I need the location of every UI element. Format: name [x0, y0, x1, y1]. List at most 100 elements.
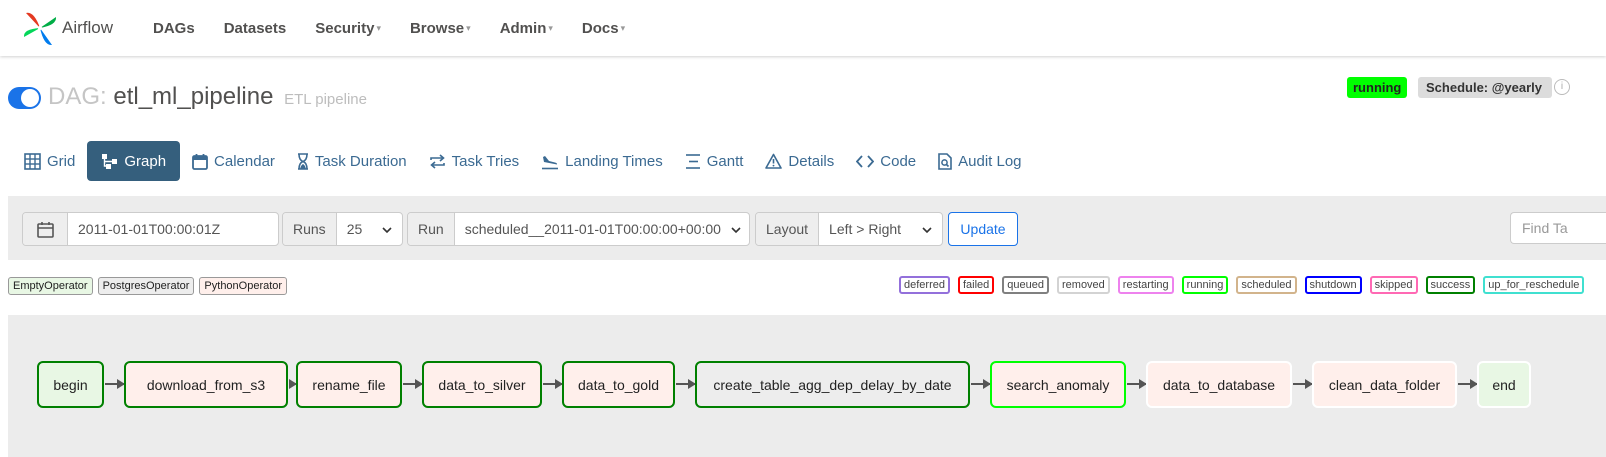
base-date-input[interactable]: 2011-01-01T00:00:01Z [68, 213, 230, 245]
update-button[interactable]: Update [948, 212, 1018, 246]
schedule-badge: Schedule: @yearly [1418, 77, 1553, 98]
code-icon [856, 154, 875, 168]
tab-label: Task Duration [314, 152, 407, 170]
tab-grid[interactable]: Grid [14, 141, 85, 181]
audit-log-icon [938, 152, 952, 170]
view-tabs: Grid Graph Calendar Task Duration Task T… [14, 141, 1034, 181]
state-tag-queued[interactable]: queued [1002, 276, 1049, 294]
tab-label: Task Tries [451, 152, 520, 170]
dag-status-badge: running [1347, 77, 1408, 98]
state-tag-success[interactable]: success [1425, 276, 1476, 294]
tab-details[interactable]: Details [755, 141, 844, 181]
tab-audit-log[interactable]: Audit Log [928, 141, 1031, 181]
tab-gantt[interactable]: Gantt [675, 141, 754, 181]
tab-calendar[interactable]: Calendar [182, 141, 285, 181]
base-date-picker[interactable]: 2011-01-01T00:00:01Z [22, 212, 279, 246]
state-tag-shutdown[interactable]: shutdown [1304, 276, 1362, 294]
warning-triangle-icon [765, 153, 783, 169]
graph-toolbar: 2011-01-01T00:00:01Z Runs 25 Run schedul… [8, 196, 1606, 260]
tab-code[interactable]: Code [846, 141, 926, 181]
runs-label: Runs [283, 213, 337, 245]
nav-item-admin[interactable]: Admin ▾ [500, 20, 553, 37]
edge-arrow [971, 379, 991, 389]
layout-select[interactable]: Left > Right [819, 213, 942, 245]
task-node-download-from-s3[interactable]: download_from_s3 [124, 361, 288, 408]
caret-down-icon: ▾ [466, 22, 471, 33]
tab-task-tries[interactable]: Task Tries [419, 141, 530, 181]
dag-graph-canvas[interactable]: begin download_from_s3 rename_file data_… [8, 315, 1606, 457]
task-node-clean-data-folder[interactable]: clean_data_folder [1312, 361, 1457, 408]
state-tag-deferred[interactable]: deferred [899, 276, 950, 294]
edge-arrow [1293, 379, 1313, 389]
dag-pause-toggle[interactable] [8, 87, 41, 109]
nav-item-label: DAGs [153, 19, 195, 37]
state-tag-running[interactable]: running [1181, 276, 1229, 294]
run-select[interactable]: scheduled__2011-01-01T00:00:00+00:00 [455, 213, 749, 245]
caret-down-icon: ▾ [620, 22, 626, 33]
toggle-knob [21, 89, 39, 107]
nav-item-datasets[interactable]: Datasets [224, 20, 287, 37]
operator-tag-empty: EmptyOperator [8, 277, 93, 295]
dag-name: etl_ml_pipeline [113, 83, 274, 110]
plane-landing-icon [542, 155, 559, 169]
chevron-down-icon [731, 221, 741, 237]
state-tag-removed[interactable]: removed [1057, 276, 1110, 294]
state-tag-skipped[interactable]: skipped [1369, 276, 1418, 294]
task-node-data-to-database[interactable]: data_to_database [1146, 361, 1292, 408]
nav-item-docs[interactable]: Docs ▾ [582, 20, 625, 37]
edge-arrow [1127, 379, 1147, 389]
find-task-input[interactable]: Find Ta [1510, 212, 1606, 244]
state-tag-scheduled[interactable]: scheduled [1236, 276, 1297, 294]
task-node-begin[interactable]: begin [37, 361, 104, 408]
tab-label: Calendar [214, 152, 275, 170]
calendar-button[interactable] [23, 213, 68, 245]
state-tag-restarting[interactable]: restarting [1117, 276, 1174, 294]
run-selector[interactable]: Run scheduled__2011-01-01T00:00:00+00:00 [407, 212, 750, 246]
tab-label: Code [880, 152, 917, 170]
tab-label: Details [788, 152, 835, 170]
state-tag-up-for-reschedule[interactable]: up_for_reschedule [1483, 276, 1585, 294]
layout-value: Left > Right [829, 221, 902, 237]
chevron-down-icon [922, 221, 932, 237]
top-navbar: Airflow DAGs Datasets Security ▾ Browse ▾ … [0, 0, 1606, 56]
grid-icon [24, 152, 41, 170]
task-node-create-table-agg-dep-delay-by-date[interactable]: create_table_agg_dep_delay_by_date [695, 361, 970, 408]
nav-item-browse[interactable]: Browse ▾ [410, 20, 471, 37]
tab-landing-times[interactable]: Landing Times [531, 141, 673, 181]
task-node-search-anomaly[interactable]: search_anomaly [990, 361, 1126, 408]
state-tag-failed[interactable]: failed [957, 276, 995, 294]
run-label: Run [408, 213, 455, 245]
airflow-brand[interactable]: Airflow [22, 8, 113, 48]
runs-selector[interactable]: Runs 25 [282, 212, 403, 246]
retry-icon [429, 153, 445, 169]
layout-selector[interactable]: Layout Left > Right [755, 212, 943, 246]
tab-label: Landing Times [565, 152, 663, 170]
task-node-data-to-silver[interactable]: data_to_silver [422, 361, 542, 408]
graph-icon [102, 153, 118, 169]
runs-select[interactable]: 25 [337, 213, 402, 245]
task-node-rename-file[interactable]: rename_file [296, 361, 402, 408]
dag-description: ETL pipeline [284, 91, 367, 108]
runs-value: 25 [346, 221, 363, 237]
brand-label: Airflow [62, 18, 114, 37]
caret-down-icon: ▾ [376, 22, 381, 33]
tab-task-duration[interactable]: Task Duration [287, 141, 417, 181]
task-node-end[interactable]: end [1477, 361, 1531, 408]
calendar-icon [36, 221, 54, 238]
info-icon[interactable]: i [1554, 79, 1570, 95]
edge-arrow [676, 379, 696, 389]
tab-label: Gantt [706, 152, 744, 170]
nav-item-label: Browse [409, 19, 465, 37]
run-value: scheduled__2011-01-01T00:00:00+00:00 [464, 221, 721, 237]
tab-graph[interactable]: Graph [87, 141, 181, 181]
task-node-data-to-gold[interactable]: data_to_gold [562, 361, 675, 408]
nav-item-label: Datasets [223, 19, 287, 37]
nav-item-dags[interactable]: DAGs [153, 20, 195, 37]
edge-arrow [403, 379, 423, 389]
nav-item-label: Docs [581, 19, 619, 37]
calendar-icon [192, 153, 208, 170]
nav-item-label: Admin [499, 19, 547, 37]
edge-arrow [1458, 379, 1478, 389]
operator-tag-python: PythonOperator [199, 277, 288, 295]
nav-item-security[interactable]: Security ▾ [315, 20, 381, 37]
